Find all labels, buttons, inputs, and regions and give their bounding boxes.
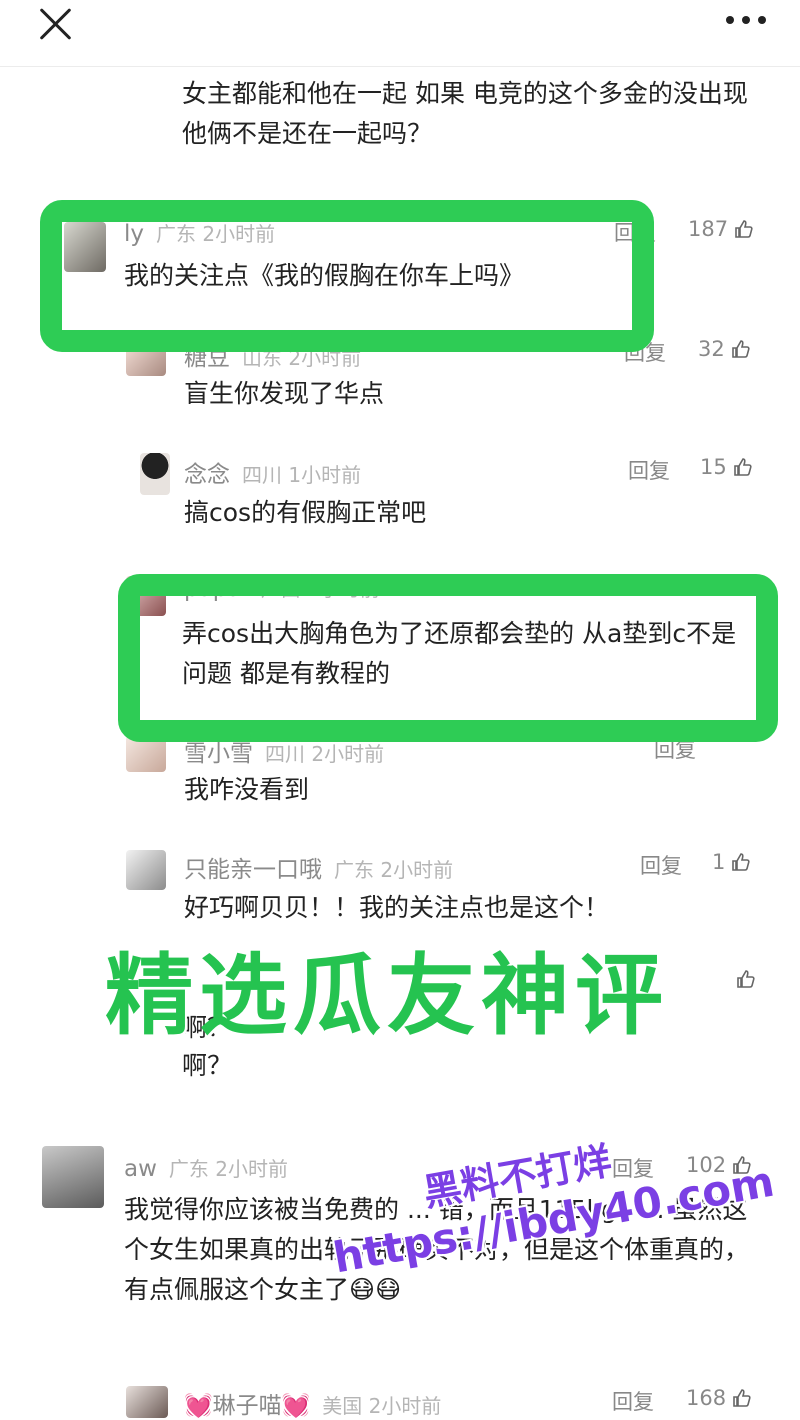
thumbs-up-icon (735, 220, 753, 238)
comment-text: 盲生你发现了华点 (184, 379, 385, 408)
reply-button[interactable]: 回复 (628, 455, 670, 485)
thumbs-up-icon (733, 1389, 751, 1407)
top-bar (0, 0, 800, 67)
like-button[interactable]: 1 (712, 850, 751, 874)
reply-button[interactable]: 回复 (612, 1386, 654, 1416)
comment-author[interactable]: 只能亲一口哦 广东 2小时前 (184, 850, 453, 884)
like-button[interactable]: 168 (686, 1386, 752, 1410)
comment-text: 我咋没看到 (184, 775, 310, 804)
avatar[interactable] (42, 1146, 104, 1208)
comment-text: 啊？ (182, 1051, 233, 1080)
comment-author[interactable]: 念念 四川 1小时前 (184, 455, 361, 489)
close-icon[interactable] (38, 6, 74, 42)
highlight-box (40, 200, 654, 352)
avatar[interactable] (126, 1386, 168, 1418)
featured-comments-stamp: 精选瓜友神评 (105, 944, 670, 1047)
comment-text: 好巧啊贝贝！！我的关注点也是这个！ (184, 893, 610, 922)
like-button[interactable]: 187 (688, 217, 754, 241)
comment-author[interactable]: aw 广东 2小时前 (124, 1153, 288, 1182)
thumbs-up-icon (731, 340, 750, 358)
thumbs-up-icon (733, 458, 752, 476)
avatar[interactable] (126, 850, 166, 890)
avatar[interactable] (140, 453, 170, 495)
thumbs-up-icon (737, 970, 755, 988)
like-button[interactable]: 32 (698, 337, 751, 361)
reply-button[interactable]: 回复 (640, 850, 682, 880)
comment-text: 搞cos的有假胸正常吧 (184, 498, 427, 527)
comment-text-top: 女主都能和他在一起 如果 电竞的这个多金的没出现 他俩不是还在一起吗？ (182, 79, 748, 148)
comment-author[interactable]: 💓琳子喵💓 美国 2小时前 (184, 1386, 441, 1420)
thumbs-up-icon (732, 853, 750, 871)
highlight-box (118, 574, 778, 742)
like-button[interactable]: 15 (700, 455, 753, 479)
like-button[interactable] (730, 967, 756, 991)
more-icon[interactable] (726, 16, 766, 26)
